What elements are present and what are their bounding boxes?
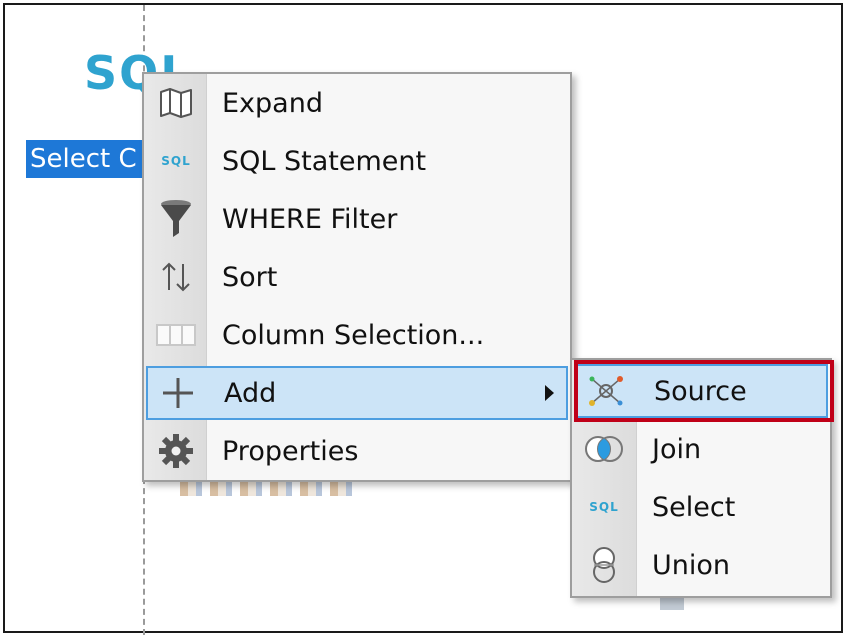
menu-item-properties[interactable]: Properties (146, 424, 568, 478)
sql-icon: SQL (146, 134, 206, 188)
join-icon (574, 422, 634, 476)
context-menu: Expand SQL SQL Statement WHERE Filter So… (142, 72, 572, 482)
sql-icon-text: SQL (589, 500, 619, 514)
selected-node-label[interactable]: Select C (26, 140, 146, 178)
menu-item-expand[interactable]: Expand (146, 76, 568, 130)
hidden-node-fragment (660, 596, 684, 610)
submenu-item-label: Union (652, 549, 731, 581)
menu-item-column-selection[interactable]: Column Selection... (146, 308, 568, 362)
columns-icon (146, 308, 206, 362)
menu-item-label: Properties (222, 435, 359, 467)
submenu-item-select[interactable]: SQL Select (574, 480, 828, 534)
submenu-item-join[interactable]: Join (574, 422, 828, 476)
sql-icon: SQL (574, 480, 634, 534)
submenu-item-union[interactable]: Union (574, 538, 828, 592)
funnel-icon (146, 192, 206, 246)
menu-item-sort[interactable]: Sort (146, 250, 568, 304)
map-icon (146, 76, 206, 130)
menu-item-label: Sort (222, 261, 278, 293)
add-submenu: Source Join SQL Select Union (570, 358, 832, 598)
union-icon (574, 538, 634, 592)
menu-item-label: Column Selection... (222, 319, 485, 351)
submenu-arrow-icon (545, 385, 554, 401)
menu-item-label: Add (224, 377, 277, 409)
sort-arrows-icon (146, 250, 206, 304)
sql-icon-text: SQL (161, 154, 191, 168)
menu-item-sql-statement[interactable]: SQL SQL Statement (146, 134, 568, 188)
menu-item-add[interactable]: Add (146, 366, 568, 420)
submenu-item-label: Join (652, 433, 702, 465)
submenu-item-source[interactable]: Source (574, 364, 828, 418)
menu-item-where-filter[interactable]: WHERE Filter (146, 192, 568, 246)
menu-item-label: WHERE Filter (222, 203, 398, 235)
source-icon (576, 364, 636, 418)
plus-icon (148, 366, 208, 420)
menu-item-label: SQL Statement (222, 145, 427, 177)
submenu-item-label: Select (652, 491, 736, 523)
menu-item-label: Expand (222, 87, 323, 119)
submenu-item-label: Source (654, 375, 747, 407)
gear-icon (146, 424, 206, 478)
